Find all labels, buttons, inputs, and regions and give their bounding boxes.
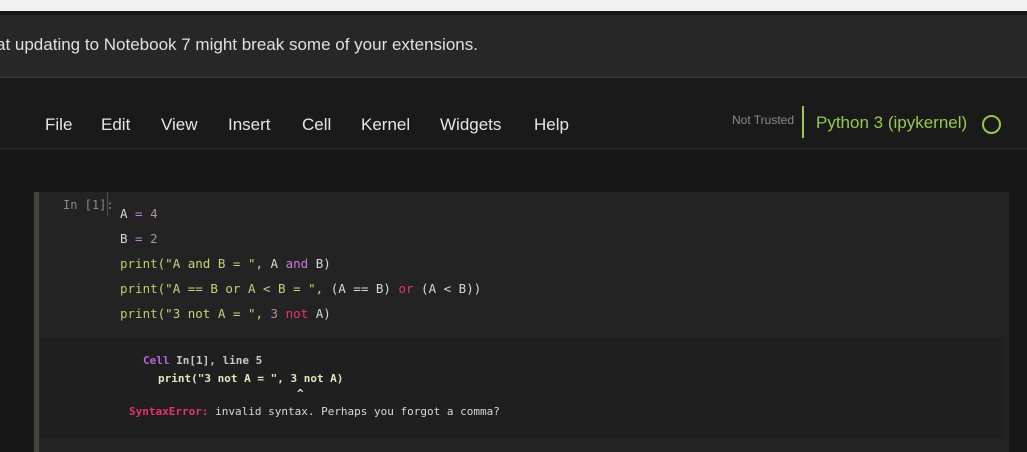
menu-bar: File Edit View Insert Cell Kernel Widget… xyxy=(0,78,1027,149)
code-token: print xyxy=(120,256,158,271)
menu-file[interactable]: File xyxy=(45,115,72,135)
error-text: invalid syntax. Perhaps you forgot a com… xyxy=(208,405,500,418)
code-line: print("A and B = ", A and B) xyxy=(120,255,481,280)
code-line: A = 4 xyxy=(120,205,481,230)
traceback-cell-label: Cell xyxy=(143,354,170,367)
kernel-idle-icon xyxy=(982,115,1001,134)
code-token: = xyxy=(127,231,151,246)
menu-insert[interactable]: Insert xyxy=(228,115,271,135)
code-token: = xyxy=(127,206,151,221)
code-token: 2 xyxy=(150,231,158,246)
code-token: A) xyxy=(308,306,331,321)
cell-prompt: In [1]: xyxy=(63,198,114,212)
traceback-code: print("3 not A = ", 3 not A) xyxy=(158,372,344,385)
menu-widgets[interactable]: Widgets xyxy=(440,115,501,135)
browser-top-strip xyxy=(0,0,1027,11)
code-line: print("3 not A = ", 3 not A) xyxy=(120,305,481,330)
kernel-separator xyxy=(802,106,804,138)
code-token: or xyxy=(398,281,414,296)
prompt-separator xyxy=(107,192,108,216)
trust-status[interactable]: Not Trusted xyxy=(732,113,794,127)
code-token: (A < B)) xyxy=(413,281,482,296)
code-token: and xyxy=(285,256,309,271)
code-token: print xyxy=(120,306,158,321)
code-token: B xyxy=(120,231,128,246)
code-line: print("A == B or A < B = ", (A == B) or … xyxy=(120,280,481,305)
error-name: SyntaxError: xyxy=(129,405,209,418)
code-line: B = 2 xyxy=(120,230,481,255)
code-token: ("3 not A = ", xyxy=(157,306,271,321)
menu-kernel[interactable]: Kernel xyxy=(361,115,410,135)
code-token: A xyxy=(270,256,286,271)
cell-output: Cell In[1], line 5 print("3 not A = ", 3… xyxy=(40,338,1004,438)
menu-help[interactable]: Help xyxy=(534,115,569,135)
code-editor[interactable]: A = 4 B = 2 print("A and B = ", A and B)… xyxy=(120,205,481,330)
kernel-name[interactable]: Python 3 (ipykernel) xyxy=(816,113,967,133)
error-message: SyntaxError: invalid syntax. Perhaps you… xyxy=(129,405,500,418)
code-token: not xyxy=(285,306,309,321)
code-token: ("A and B = ", xyxy=(157,256,271,271)
code-token: (A == B) xyxy=(330,281,399,296)
traceback-caret: ^ xyxy=(297,387,304,400)
code-token: B) xyxy=(308,256,331,271)
code-token: A xyxy=(120,206,128,221)
code-token: 3 xyxy=(270,306,286,321)
code-token: print xyxy=(120,281,158,296)
menu-view[interactable]: View xyxy=(161,115,198,135)
traceback-cell-ref: In[1], line 5 xyxy=(169,354,263,367)
menu-edit[interactable]: Edit xyxy=(101,115,130,135)
code-token: 4 xyxy=(150,206,158,221)
notification-banner: at updating to Notebook 7 might break so… xyxy=(0,15,1027,78)
banner-text: at updating to Notebook 7 might break so… xyxy=(0,35,478,54)
code-token: ("A == B or A < B = ", xyxy=(157,281,331,296)
traceback-location: Cell In[1], line 5 xyxy=(143,354,262,367)
menu-cell[interactable]: Cell xyxy=(302,115,331,135)
